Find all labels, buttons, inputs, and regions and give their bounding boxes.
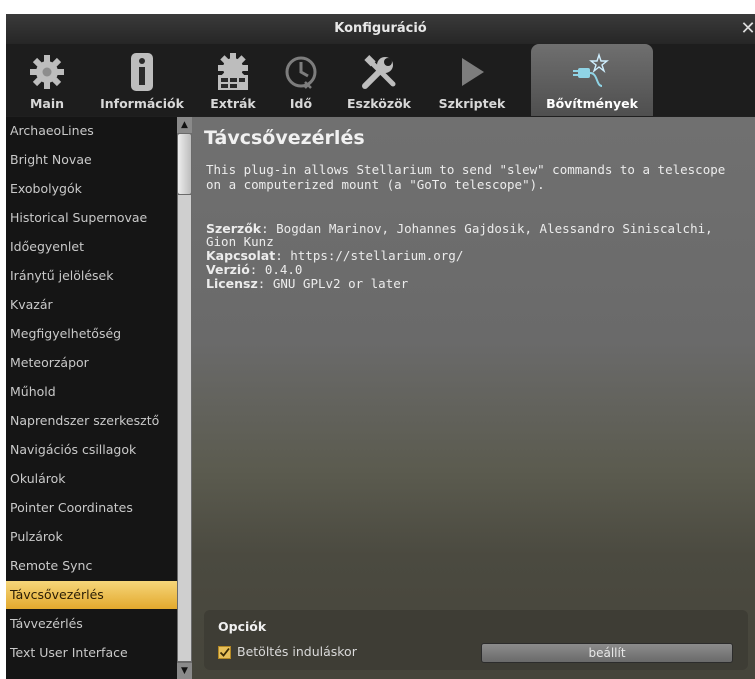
window-titlebar[interactable]: Konfiguráció ✕: [6, 14, 755, 44]
checkmark-icon: [219, 647, 230, 657]
plugin-list[interactable]: ArchaeoLines Bright Novae Exobolygók His…: [6, 117, 177, 679]
tab-plugins[interactable]: Bővítmények: [531, 44, 653, 116]
configuration-window: Konfiguráció ✕ Main Információk Extrák I…: [6, 14, 755, 679]
list-item[interactable]: Exobolygók: [6, 175, 177, 203]
list-item[interactable]: Műhold: [6, 378, 177, 406]
list-item[interactable]: Remote Sync: [6, 552, 177, 580]
version-value: : 0.4.0: [249, 262, 303, 277]
tab-label: Bővítmények: [546, 96, 638, 111]
plugin-title: Távcsővezérlés: [204, 127, 365, 149]
tab-label: Extrák: [210, 96, 256, 111]
list-item[interactable]: Kvazár: [6, 291, 177, 319]
scroll-track[interactable]: [178, 195, 191, 661]
plugin-description: This plug-in allows Stellarium to send "…: [206, 162, 726, 192]
gear-grid-icon: [218, 53, 248, 90]
tab-bar: Main Információk Extrák Idő Eszközök Szk…: [6, 44, 755, 116]
list-item[interactable]: Pulzárok: [6, 523, 177, 551]
clock-icon: [285, 56, 317, 89]
tab-extras[interactable]: Extrák: [202, 44, 264, 116]
list-scrollbar[interactable]: ▲ ▼: [177, 117, 192, 679]
tab-information[interactable]: Információk: [88, 44, 196, 116]
info-icon: [131, 53, 153, 91]
authors-value: : Bogdan Marinov, Johannes Gajdosik, Ale…: [206, 221, 713, 249]
tab-time[interactable]: Idő: [270, 44, 332, 116]
tab-label: Main: [29, 96, 65, 111]
list-item[interactable]: Távvezérlés: [6, 610, 177, 638]
list-item[interactable]: Megfigyelhetőség: [6, 320, 177, 348]
gear-icon: [30, 55, 64, 89]
list-item[interactable]: Okulárok: [6, 465, 177, 493]
version-label: Verzió: [206, 262, 250, 277]
tab-main[interactable]: Main: [6, 44, 88, 116]
scroll-down-arrow-icon[interactable]: ▼: [177, 663, 192, 679]
tab-label: Eszközök: [347, 96, 411, 111]
plugin-detail-panel: Távcsővezérlés This plug-in allows Stell…: [192, 117, 755, 679]
list-item[interactable]: Bright Novae: [6, 146, 177, 174]
contact-label: Kapcsolat: [206, 248, 276, 263]
plugin-icon: [573, 52, 609, 87]
list-item[interactable]: Historical Supernovae: [6, 204, 177, 232]
options-group: Opciók Betöltés induláskor beállít: [204, 610, 748, 670]
options-heading: Opciók: [218, 619, 267, 634]
list-item[interactable]: Pointer Coordinates: [6, 494, 177, 522]
window-title: Konfiguráció: [334, 21, 427, 36]
scroll-up-arrow-icon[interactable]: ▲: [177, 117, 192, 133]
tab-label: Idő: [289, 96, 313, 111]
load-at-startup-checkbox[interactable]: [218, 646, 231, 659]
list-item[interactable]: Meteorzápor: [6, 349, 177, 377]
list-item[interactable]: Időegyenlet: [6, 233, 177, 261]
close-icon[interactable]: ✕: [737, 14, 755, 44]
configure-button[interactable]: beállít: [481, 643, 733, 663]
license-label: Licensz: [206, 276, 258, 291]
list-item[interactable]: Iránytű jelölések: [6, 262, 177, 290]
contact-value: : https://stellarium.org/: [275, 248, 464, 263]
tools-icon: [362, 55, 396, 89]
list-item[interactable]: ArchaeoLines: [6, 117, 177, 145]
play-icon: [462, 58, 484, 86]
list-item[interactable]: Naprendszer szerkesztő: [6, 407, 177, 435]
tab-label: Szkriptek: [438, 96, 506, 111]
tab-tools[interactable]: Eszközök: [336, 44, 422, 116]
scroll-thumb[interactable]: [178, 134, 191, 194]
list-item[interactable]: Text User Interface: [6, 639, 177, 667]
load-at-startup-label[interactable]: Betöltés induláskor: [237, 644, 357, 659]
license-value: : GNU GPLv2 or later: [257, 276, 409, 291]
plugin-metadata: Szerzők: Bogdan Marinov, Johannes Gajdos…: [206, 222, 736, 291]
tab-label: Információk: [100, 96, 184, 111]
list-item-selected[interactable]: Távcsővezérlés: [6, 581, 177, 609]
tab-scripts[interactable]: Szkriptek: [422, 44, 522, 116]
list-item[interactable]: Navigációs csillagok: [6, 436, 177, 464]
